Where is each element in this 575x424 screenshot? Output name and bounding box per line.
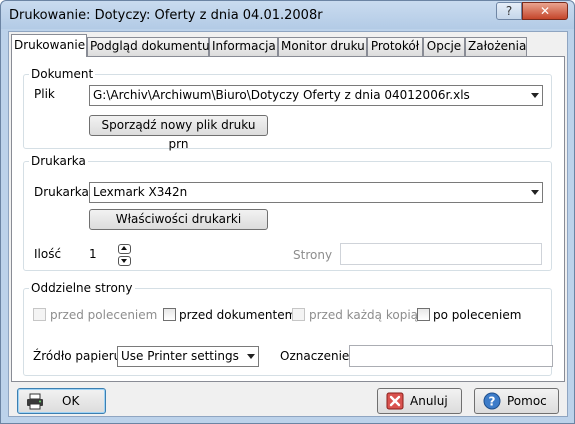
help-icon: ? [483,392,501,410]
chevron-down-icon [247,354,255,359]
oznaczenie-input[interactable] [349,345,553,367]
ilosc-value[interactable]: 1 [89,247,97,261]
zrodlo-papieru-combobox[interactable]: Use Printer settings [117,346,259,367]
group-dokument: Dokument Plik G:\Archiv\Archiwum\Biuro\D… [23,67,552,151]
tab-informacja[interactable]: Informacja [209,37,278,56]
checkbox-przed-poleceniem[interactable] [33,308,46,321]
printer-label: Drukarka [34,185,89,199]
plik-value: G:\Archiv\Archiwum\Biuro\Dotyczy Oferty … [93,88,470,102]
zrodlo-papieru-value: Use Printer settings [121,349,239,363]
dialog-window: Drukowanie: Dotyczy: Oferty z dnia 04.01… [0,0,575,424]
close-button[interactable]: ✕ [522,2,568,20]
po-poleceniem-label: po poleceniem [433,308,522,322]
cancel-button[interactable]: Anuluj [377,388,462,414]
tab-zalozenia[interactable]: Założenia [465,37,527,56]
tab-podglad-dokumentu[interactable]: Podgląd dokumentu [87,37,210,56]
svg-text:?: ? [489,395,496,409]
group-dokument-label: Dokument [29,67,96,81]
oznaczenie-label: Oznaczenie [280,349,350,363]
strony-input[interactable] [340,243,542,265]
ok-button[interactable]: OK [17,388,106,414]
printer-combobox[interactable]: Lexmark X342n [89,182,543,203]
printer-value: Lexmark X342n [93,185,188,199]
zrodlo-papieru-label: Źródło papieru [33,349,122,363]
tab-page-drukowanie: Dokument Plik G:\Archiv\Archiwum\Biuro\D… [11,56,565,382]
cancel-icon [386,392,404,410]
plik-combobox[interactable]: G:\Archiv\Archiwum\Biuro\Dotyczy Oferty … [89,85,543,106]
group-drukarka-label: Drukarka [29,154,88,168]
przed-kazda-kopia-label: przed każdą kopią [309,308,419,322]
strony-label: Strony [293,248,333,262]
chevron-down-icon [531,190,539,195]
group-oddzielne-strony: Oddzielne strony przed poleceniem przed … [23,281,553,376]
checkbox-przed-kazda-kopia[interactable] [292,308,305,321]
group-drukarka: Drukarka Drukarka Lexmark X342n Właściwo… [23,154,552,271]
help-button[interactable]: ? Pomoc [474,388,559,414]
dialog-client: Drukowanie Podgląd dokumentu Informacja … [8,31,568,417]
printer-icon [27,393,43,410]
title-bar[interactable]: Drukowanie: Dotyczy: Oferty z dnia 04.01… [1,1,574,29]
spin-down-icon[interactable] [118,256,131,266]
group-oddzielne-label: Oddzielne strony [29,281,135,295]
printer-properties-button[interactable]: Właściwości drukarki [89,209,268,230]
tab-protokol[interactable]: Protokół [367,37,423,56]
window-title: Drukowanie: Dotyczy: Oferty z dnia 04.01… [9,8,323,23]
przed-dokumentem-label: przed dokumentem [179,308,297,322]
help-title-button[interactable]: ? [496,2,522,20]
ilosc-spinner[interactable] [118,244,131,266]
tab-drukowanie[interactable]: Drukowanie [11,34,87,57]
przed-poleceniem-label: przed poleceniem [50,308,158,322]
tab-monitor-druku[interactable]: Monitor druku [278,37,367,56]
checkbox-po-poleceniem[interactable] [417,308,430,321]
chevron-down-icon [531,93,539,98]
plik-label: Plik [34,87,55,101]
ilosc-label: Ilość [34,247,62,261]
tab-opcje[interactable]: Opcje [423,37,465,56]
checkbox-przed-dokumentem[interactable] [163,308,176,321]
spin-up-icon[interactable] [118,244,131,254]
new-prn-file-button[interactable]: Sporządź nowy plik druku prn [89,115,268,151]
